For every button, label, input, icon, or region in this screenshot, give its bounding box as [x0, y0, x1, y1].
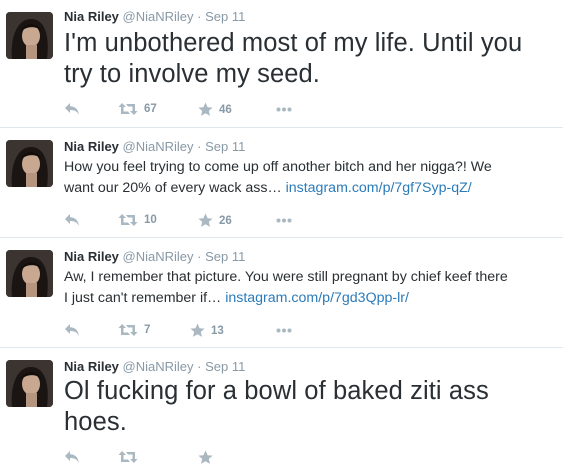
display-name[interactable]: Nia Riley: [64, 359, 119, 374]
retweet-icon: [118, 451, 138, 463]
tweet-header: Nia Riley @NiaNRiley · Sep 11: [64, 139, 245, 155]
tweet-header: Nia Riley @NiaNRiley · Sep 11: [64, 9, 245, 25]
favorite-button[interactable]: 13: [190, 323, 224, 338]
more-dots-icon: [276, 218, 292, 223]
display-name[interactable]: Nia Riley: [64, 249, 119, 264]
more-button[interactable]: [276, 218, 292, 223]
retweet-button[interactable]: 67: [118, 102, 157, 116]
retweet-button[interactable]: 7: [118, 323, 150, 337]
more-dots-icon: [276, 107, 292, 112]
favorite-button[interactable]: 26: [198, 213, 232, 228]
tweet-header: Nia Riley @NiaNRiley · Sep 11: [64, 359, 245, 375]
avatar[interactable]: [6, 250, 53, 297]
avatar[interactable]: [6, 12, 53, 59]
tweet-date[interactable]: Sep 11: [205, 249, 245, 264]
tweet-text: I just can't remember if…: [64, 290, 222, 306]
display-name[interactable]: Nia Riley: [64, 9, 119, 24]
tweet-date[interactable]: Sep 11: [205, 359, 245, 374]
instagram-link[interactable]: instagram.com/p/7gf7Syp-qZ/: [286, 180, 472, 196]
reply-icon: [65, 451, 79, 463]
display-name[interactable]: Nia Riley: [64, 139, 119, 154]
separator-dot: ·: [197, 249, 202, 264]
favorite-star-icon: [198, 102, 213, 116]
user-handle[interactable]: @NiaNRiley: [123, 139, 194, 154]
separator-dot: ·: [197, 359, 202, 374]
retweet-icon: [118, 214, 138, 226]
separator-dot: ·: [197, 9, 202, 24]
retweet-button[interactable]: [118, 450, 138, 464]
retweet-button[interactable]: 10: [118, 213, 157, 227]
user-handle[interactable]: @NiaNRiley: [123, 249, 194, 264]
reply-icon: [65, 324, 79, 336]
instagram-link[interactable]: instagram.com/p/7gd3Qpp-lr/: [225, 290, 409, 306]
tweet-1[interactable]: Nia Riley @NiaNRiley · Sep 11 I'm unboth…: [0, 0, 563, 127]
tweet-2[interactable]: Nia Riley @NiaNRiley · Sep 11 How you fe…: [0, 128, 563, 237]
reply-button[interactable]: [64, 323, 80, 337]
more-dots-icon: [276, 328, 292, 333]
avatar[interactable]: [6, 360, 53, 407]
tweet-text: Ol fucking for a bowl of baked ziti ass …: [64, 377, 489, 436]
favorite-star-icon: [198, 213, 213, 227]
reply-icon: [65, 103, 79, 115]
retweet-count: 10: [144, 214, 157, 226]
user-handle[interactable]: @NiaNRiley: [123, 9, 194, 24]
tweet-text-line-1: How you feel trying to come up off anoth…: [64, 159, 492, 175]
retweet-count: 67: [144, 103, 157, 115]
favorite-button[interactable]: 46: [198, 102, 232, 117]
tweet-text: want our 20% of every wack ass…: [64, 180, 282, 196]
avatar-image: [6, 140, 53, 187]
avatar-image: [6, 360, 53, 407]
tweet-header: Nia Riley @NiaNRiley · Sep 11: [64, 249, 245, 265]
favorite-count: 13: [211, 324, 224, 337]
tweet-3[interactable]: Nia Riley @NiaNRiley · Sep 11 Aw, I reme…: [0, 238, 563, 347]
tweet-date[interactable]: Sep 11: [205, 9, 245, 24]
favorite-star-icon: [190, 323, 205, 337]
retweet-icon: [118, 324, 138, 336]
tweet-text-line-2: I just can't remember if… instagram.com/…: [64, 288, 563, 309]
favorite-star-icon: [198, 450, 213, 464]
favorite-count: 46: [219, 103, 232, 116]
more-button[interactable]: [276, 328, 292, 333]
retweet-icon: [118, 103, 138, 115]
more-button[interactable]: [276, 107, 292, 112]
reply-button[interactable]: [64, 213, 80, 227]
retweet-count: 7: [144, 324, 151, 336]
avatar-image: [6, 12, 53, 59]
avatar[interactable]: [6, 140, 53, 187]
user-handle[interactable]: @NiaNRiley: [123, 359, 194, 374]
reply-icon: [65, 214, 79, 226]
tweet-text-line-2: want our 20% of every wack ass… instagra…: [64, 178, 563, 199]
tweet-text-line-1: Aw, I remember that picture. You were st…: [64, 269, 508, 285]
tweet-4[interactable]: Nia Riley @NiaNRiley · Sep 11 Ol fucking…: [0, 348, 563, 464]
favorite-count: 26: [219, 214, 232, 227]
reply-button[interactable]: [64, 102, 80, 116]
separator-dot: ·: [197, 139, 202, 154]
avatar-image: [6, 250, 53, 297]
favorite-button[interactable]: [198, 450, 213, 465]
tweet-text: I'm unbothered most of my life. Until yo…: [64, 29, 523, 88]
reply-button[interactable]: [64, 450, 80, 464]
tweet-date[interactable]: Sep 11: [205, 139, 245, 154]
